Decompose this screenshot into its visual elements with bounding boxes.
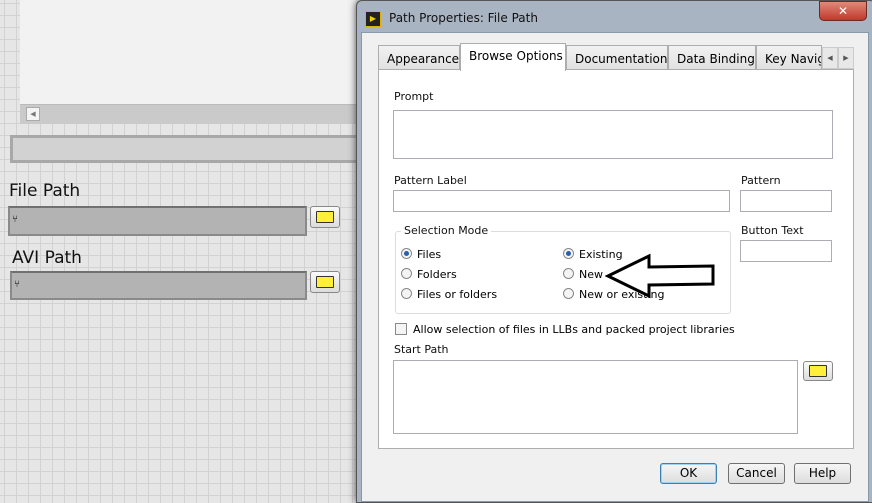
file-path-control[interactable]: ⑂ (8, 206, 307, 236)
avi-path-browse-button[interactable] (310, 271, 340, 293)
allow-llb-checkbox[interactable]: Allow selection of files in LLBs and pac… (395, 323, 735, 336)
pattern-label-input[interactable] (393, 190, 730, 212)
selection-mode-label: Selection Mode (401, 224, 492, 237)
radio-icon (563, 248, 574, 259)
dialog-client: Appearance Browse Options Documentation … (361, 32, 869, 502)
file-path-label: File Path (9, 181, 81, 201)
radio-folders[interactable]: Folders (401, 268, 457, 281)
tab-key-navigation[interactable]: Key Navig (756, 45, 822, 70)
radio-files[interactable]: Files (401, 248, 441, 261)
radio-icon (563, 288, 574, 299)
prompt-label: Prompt (394, 90, 434, 103)
radio-icon (401, 288, 412, 299)
folder-icon (809, 365, 827, 377)
tab-appearance[interactable]: Appearance (378, 45, 460, 70)
start-path-input[interactable] (393, 360, 798, 434)
button-text-label: Button Text (741, 224, 804, 237)
listbox-area (20, 0, 356, 110)
ok-button[interactable]: OK (660, 463, 717, 484)
cancel-button[interactable]: Cancel (728, 463, 785, 484)
help-button[interactable]: Help (794, 463, 851, 484)
pattern-label: Pattern (741, 174, 781, 187)
radio-files-or-folders[interactable]: Files or folders (401, 288, 497, 301)
avi-path-control[interactable]: ⑂ (10, 271, 307, 300)
path-icon: ⑂ (12, 214, 18, 225)
tab-documentation[interactable]: Documentation (566, 45, 668, 70)
status-string-control[interactable] (10, 135, 360, 163)
file-path-browse-button[interactable] (310, 206, 340, 228)
pattern-label-label: Pattern Label (394, 174, 467, 187)
radio-icon (563, 268, 574, 279)
start-path-browse-button[interactable] (803, 361, 833, 381)
radio-new[interactable]: New (563, 268, 603, 281)
close-button[interactable]: ✕ (819, 1, 867, 21)
labview-icon: ▶ (365, 11, 381, 27)
path-icon: ⑂ (14, 279, 20, 290)
horizontal-scrollbar[interactable]: ◀ (20, 104, 356, 124)
tab-data-binding[interactable]: Data Binding (668, 45, 756, 70)
folder-icon (316, 276, 334, 288)
browse-options-panel: Prompt Pattern Label Pattern Button Text… (378, 69, 854, 449)
prompt-input[interactable] (393, 110, 833, 159)
tab-browse-options[interactable]: Browse Options (460, 43, 566, 71)
avi-path-label: AVI Path (12, 248, 82, 268)
dialog-title: Path Properties: File Path (389, 11, 538, 25)
start-path-label: Start Path (394, 343, 449, 356)
tab-scroll-left-icon[interactable]: ◀ (822, 47, 838, 69)
scroll-left-icon[interactable]: ◀ (26, 107, 40, 121)
checkbox-icon (395, 323, 407, 335)
button-text-input[interactable] (740, 240, 832, 262)
radio-icon (401, 248, 412, 259)
radio-icon (401, 268, 412, 279)
arrow-annotation-icon (605, 253, 715, 299)
path-properties-dialog: ▶ Path Properties: File Path ✕ Appearanc… (356, 0, 872, 503)
pattern-input[interactable] (740, 190, 832, 212)
tab-scroll-right-icon[interactable]: ▶ (838, 47, 854, 69)
folder-icon (316, 211, 334, 223)
